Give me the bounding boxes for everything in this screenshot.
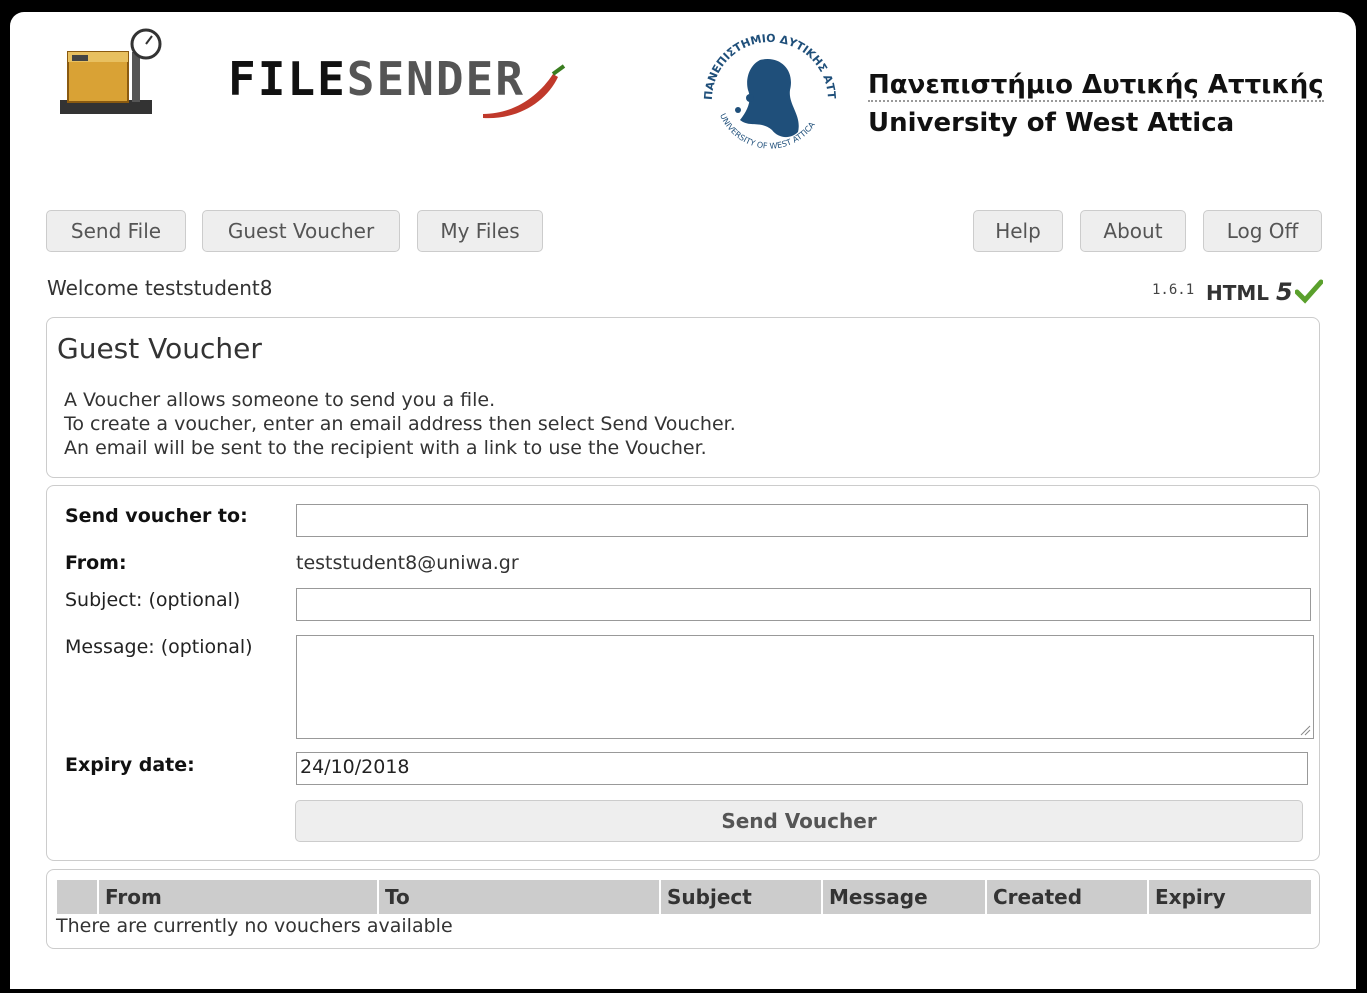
empty-vouchers-message: There are currently no vouchers availabl… <box>56 915 453 937</box>
intro-line-1: A Voucher allows someone to send you a f… <box>64 389 496 411</box>
subject-label: Subject: (optional) <box>65 589 241 611</box>
from-value: teststudent8@uniwa.gr <box>296 552 519 574</box>
scale-package-icon <box>60 28 162 114</box>
about-button[interactable]: About <box>1080 210 1186 252</box>
voucher-form-panel: Send voucher to: From: teststudent8@uniw… <box>46 485 1320 861</box>
html5-badge: HTML 5 <box>1206 278 1293 306</box>
page-title: Guest Voucher <box>57 332 262 365</box>
welcome-message: Welcome teststudent8 <box>47 276 273 300</box>
chili-pepper-icon <box>483 64 566 119</box>
send-to-label: Send voucher to: <box>65 505 248 527</box>
vouchers-table-panel: From To Subject Message Created Expiry T… <box>46 869 1320 949</box>
html5-label: HTML <box>1206 281 1270 305</box>
column-header-expiry[interactable]: Expiry <box>1147 880 1311 914</box>
browser-page: FILESENDER ΠΑΝΕΠΙΣΤΗΜΙΟ ΔΥΤΙΚΗΣ ΑΤΤΙΚΗΣ … <box>10 12 1356 989</box>
vouchers-table-header: From To Subject Message Created Expiry <box>57 880 1311 914</box>
send-to-input[interactable] <box>296 504 1308 537</box>
university-seal-logo: ΠΑΝΕΠΙΣΤΗΜΙΟ ΔΥΤΙΚΗΣ ΑΤΤΙΚΗΣ UNIVERSITY … <box>690 20 838 151</box>
message-textarea[interactable] <box>296 635 1314 739</box>
resize-handle-icon[interactable] <box>1299 724 1311 736</box>
intro-line-2: To create a voucher, enter an email addr… <box>64 413 736 435</box>
guest-voucher-button[interactable]: Guest Voucher <box>202 210 400 252</box>
send-file-button[interactable]: Send File <box>46 210 186 252</box>
check-icon <box>1295 279 1323 304</box>
html5-five: 5 <box>1276 278 1293 306</box>
message-label: Message: (optional) <box>65 636 253 658</box>
column-header-message[interactable]: Message <box>821 880 985 914</box>
guest-voucher-intro-panel: Guest Voucher A Voucher allows someone t… <box>46 317 1320 478</box>
send-voucher-button[interactable]: Send Voucher <box>295 800 1303 842</box>
subject-input[interactable] <box>296 588 1311 621</box>
log-off-button[interactable]: Log Off <box>1203 210 1322 252</box>
column-header-to[interactable]: To <box>377 880 659 914</box>
column-header-subject[interactable]: Subject <box>659 880 821 914</box>
version-number: 1.6.1 <box>1152 282 1195 298</box>
filesender-logo[interactable]: FILESENDER <box>58 22 578 132</box>
expiry-date-input[interactable]: 24/10/2018 <box>296 752 1308 785</box>
from-label: From: <box>65 552 127 574</box>
university-name: Πανεπιστήμιο Δυτικής Αττικής University … <box>868 70 1324 138</box>
expiry-date-label: Expiry date: <box>65 754 195 776</box>
header-spacer <box>57 880 97 914</box>
intro-line-3: An email will be sent to the recipient w… <box>64 437 707 459</box>
my-files-button[interactable]: My Files <box>417 210 543 252</box>
university-name-english: University of West Attica <box>868 108 1235 138</box>
university-name-greek: Πανεπιστήμιο Δυτικής Αττικής <box>868 70 1324 102</box>
intro-description: A Voucher allows someone to send you a f… <box>64 388 736 460</box>
help-button[interactable]: Help <box>973 210 1063 252</box>
column-header-from[interactable]: From <box>97 880 377 914</box>
column-header-created[interactable]: Created <box>985 880 1147 914</box>
